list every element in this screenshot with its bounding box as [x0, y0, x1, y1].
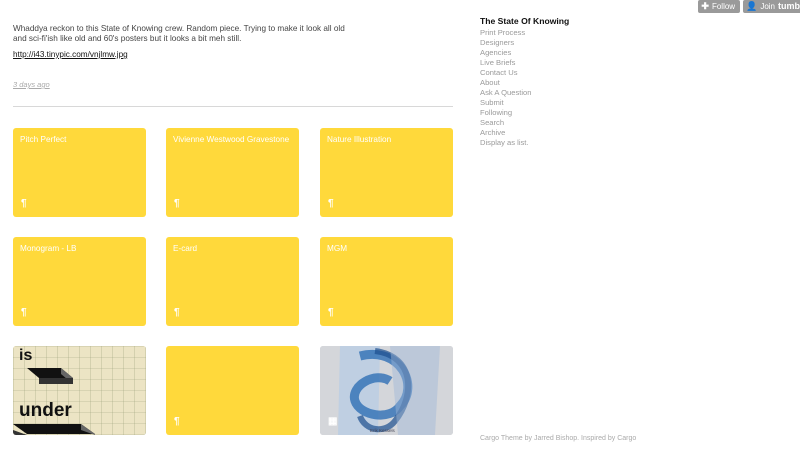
poster-text-is: is — [19, 347, 32, 364]
nav-item-print-process[interactable]: Print Process — [480, 28, 680, 38]
tumblr-brand: tumb — [778, 1, 800, 11]
follow-label: Follow — [711, 2, 736, 11]
divider — [13, 106, 453, 107]
tile-title: Vivienne Westwood Gravestone — [173, 135, 290, 144]
tile-title: E-card — [173, 244, 198, 253]
paragraph-icon: ¶ — [328, 307, 334, 318]
nav-item-live-briefs[interactable]: Live Briefs — [480, 58, 680, 68]
tile-title: Nature Illustration — [327, 135, 392, 144]
nav-item-display-as-list[interactable]: Display as list. — [480, 138, 680, 148]
artwork-thumbnail: Erik Kessels — [320, 346, 453, 435]
nav-item-archive[interactable]: Archive — [480, 128, 680, 138]
grid-icon: ▦ — [328, 416, 338, 427]
nav-item-search[interactable]: Search — [480, 118, 680, 128]
project-tile-image[interactable]: Erik Kessels ▦ — [320, 346, 453, 435]
nav-item-ask-a-question[interactable]: Ask A Question — [480, 88, 680, 98]
poster-thumbnail: is under — [13, 346, 146, 435]
post: Whaddya reckon to this State of Knowing … — [13, 24, 358, 62]
footer-credit: Cargo Theme by Jarred Bishop. Inspired b… — [480, 435, 637, 442]
plus-icon: ✚ — [701, 1, 709, 11]
post-body: Whaddya reckon to this State of Knowing … — [13, 24, 345, 43]
project-tile[interactable]: Monogram - LB ¶ — [13, 237, 146, 326]
paragraph-icon: ¶ — [21, 307, 27, 318]
site-title[interactable]: The State Of Knowing — [480, 16, 680, 26]
nav-item-designers[interactable]: Designers — [480, 38, 680, 48]
tile-title: Pitch Perfect — [20, 135, 67, 144]
project-tile[interactable]: MGM ¶ — [320, 237, 453, 326]
artwork-caption: Erik Kessels — [370, 428, 396, 433]
nav-item-about[interactable]: About — [480, 78, 680, 88]
project-tile[interactable]: ¶ — [166, 346, 299, 435]
paragraph-icon: ¶ — [21, 198, 27, 209]
project-tile[interactable]: Nature Illustration ¶ — [320, 128, 453, 217]
join-tumblr-button[interactable]: 👤 Join tumb — [743, 0, 800, 13]
nav-item-agencies[interactable]: Agencies — [480, 48, 680, 58]
join-label: Join — [760, 2, 775, 11]
project-tile[interactable]: E-card ¶ — [166, 237, 299, 326]
poster-text-under: under — [19, 400, 72, 421]
paragraph-icon: ¶ — [328, 198, 334, 209]
post-link[interactable]: http://i43.tinypic.com/vnjlmw.jpg — [13, 50, 128, 59]
project-tile[interactable]: Pitch Perfect ¶ — [13, 128, 146, 217]
person-icon: 👤 — [746, 1, 758, 11]
tile-title: MGM — [327, 244, 348, 253]
tumblr-controls: ✚ Follow 👤 Join tumb — [698, 0, 800, 13]
project-tile-image[interactable]: is under — [13, 346, 146, 435]
sidebar: The State Of Knowing Print Process Desig… — [480, 16, 680, 148]
nav-item-following[interactable]: Following — [480, 108, 680, 118]
post-date-link[interactable]: 3 days ago — [13, 80, 50, 89]
tile-title: Monogram - LB — [20, 244, 77, 253]
paragraph-icon: ¶ — [174, 416, 180, 427]
nav-item-contact-us[interactable]: Contact Us — [480, 68, 680, 78]
paragraph-icon: ¶ — [174, 307, 180, 318]
follow-button[interactable]: ✚ Follow — [698, 0, 741, 13]
project-tile[interactable]: Vivienne Westwood Gravestone ¶ — [166, 128, 299, 217]
nav-item-submit[interactable]: Submit — [480, 98, 680, 108]
paragraph-icon: ¶ — [174, 198, 180, 209]
